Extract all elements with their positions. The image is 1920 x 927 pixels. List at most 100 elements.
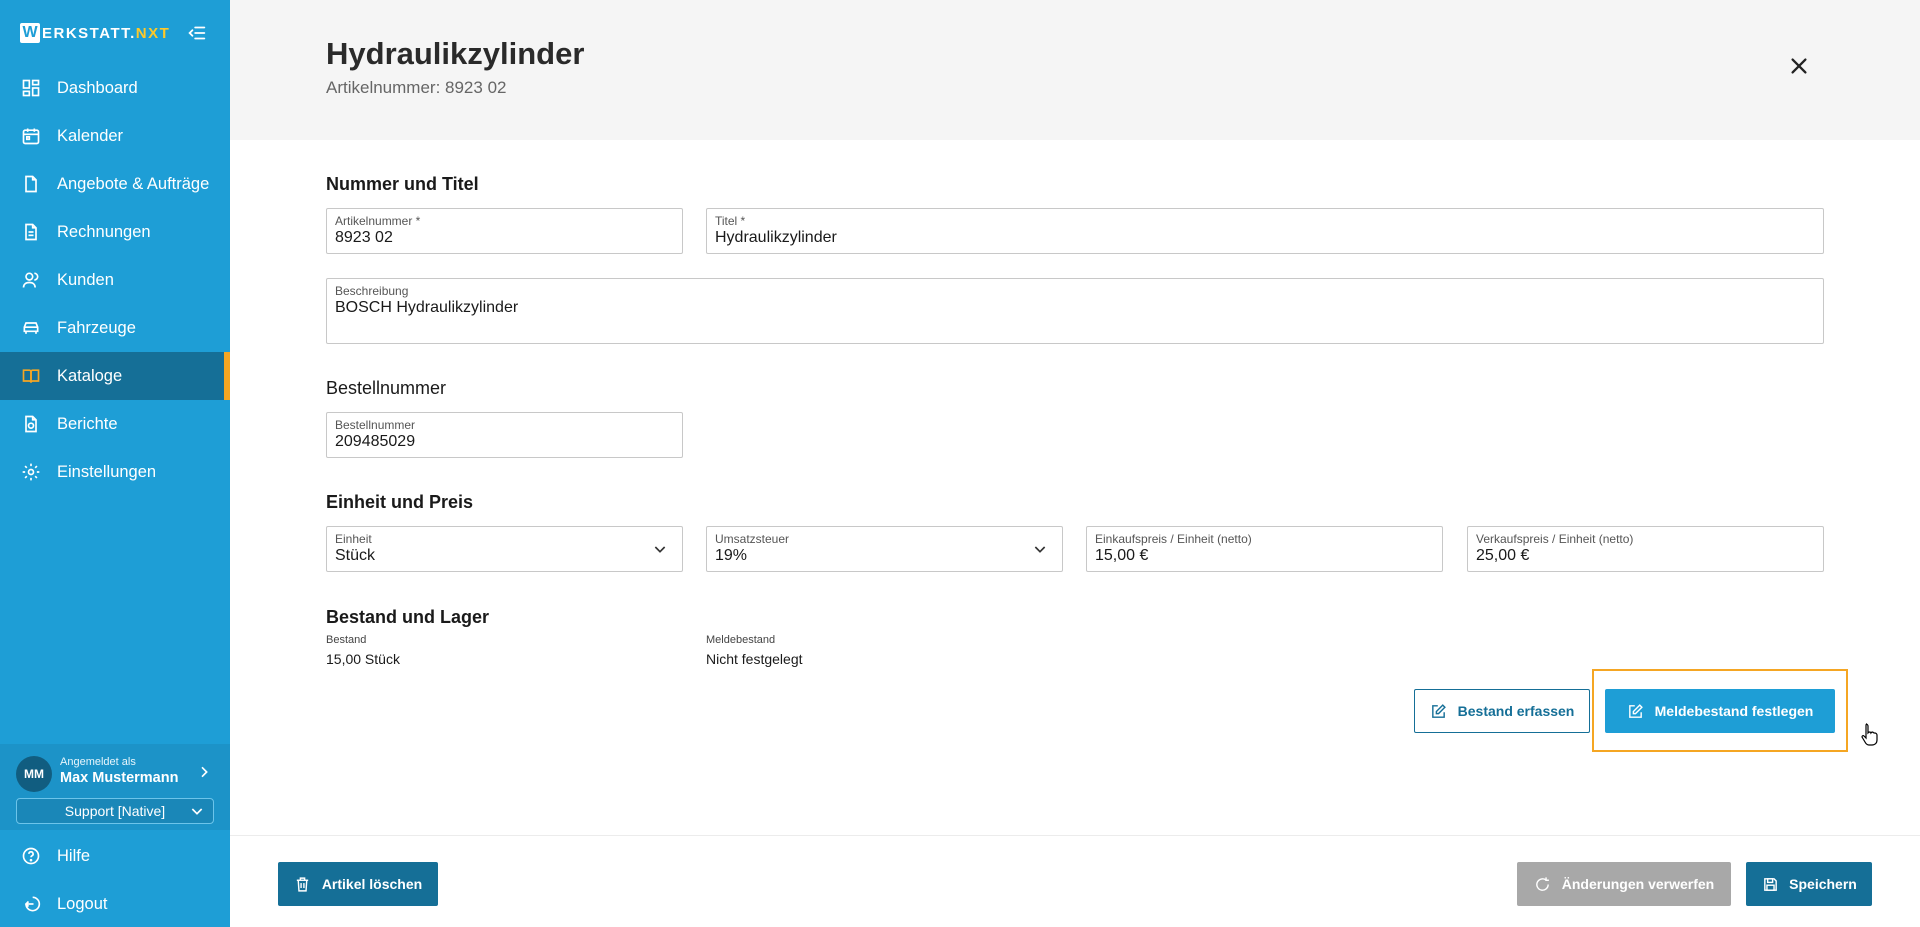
field-label: Artikelnummer * xyxy=(335,214,421,228)
speichern-button[interactable]: Speichern xyxy=(1746,862,1872,906)
field-value: 25,00 € xyxy=(1476,547,1530,564)
page-footer: Artikel löschen Änderungen verwerfen Spe… xyxy=(230,835,1920,927)
field-label: Umsatzsteuer xyxy=(715,532,790,546)
field-label: Beschreibung xyxy=(335,284,409,298)
section-title-bestand-lager: Bestand und Lager xyxy=(326,607,490,627)
save-icon xyxy=(1761,875,1779,893)
section-title-nummer-titel: Nummer und Titel xyxy=(326,174,479,194)
sidebar-item-angebote[interactable]: Angebote & Aufträge xyxy=(0,160,230,208)
einkaufspreis-field[interactable]: Einkaufspreis / Einheit (netto) 15,00 € xyxy=(1086,526,1443,572)
calendar-icon xyxy=(20,125,42,147)
user-name: Max Mustermann xyxy=(60,770,179,786)
document-icon xyxy=(20,173,42,195)
sidebar-item-label: Fahrzeuge xyxy=(57,318,136,337)
sidebar-item-kalender[interactable]: Kalender xyxy=(0,112,230,160)
aenderungen-verwerfen-button[interactable]: Änderungen verwerfen xyxy=(1517,862,1731,906)
sidebar: W ERKSTATT.NXT Dashboard Kalender Angebo… xyxy=(0,0,230,927)
support-select-value: Support [Native] xyxy=(64,803,166,819)
chevron-down-icon xyxy=(189,803,205,819)
button-label: Meldebestand festlegen xyxy=(1654,703,1814,719)
user-panel[interactable]: MM Angemeldet als Max Mustermann Support… xyxy=(0,744,230,830)
collapse-sidebar-icon[interactable] xyxy=(186,22,208,44)
field-value: Stück xyxy=(335,547,376,564)
section-title-einheit-preis: Einheit und Preis xyxy=(326,492,474,512)
hand-cursor-icon xyxy=(1861,723,1878,746)
chevron-down-icon xyxy=(1032,541,1048,557)
close-icon[interactable] xyxy=(1788,55,1810,77)
sidebar-item-kataloge[interactable]: Kataloge xyxy=(0,352,230,400)
artikel-loeschen-button[interactable]: Artikel löschen xyxy=(278,862,438,906)
sidebar-item-label: Hilfe xyxy=(57,846,91,865)
sidebar-item-label: Angebote & Aufträge xyxy=(57,174,210,193)
support-select[interactable]: Support [Native] xyxy=(16,798,214,824)
sidebar-item-label: Rechnungen xyxy=(57,222,151,241)
field-label: Verkaufspreis / Einheit (netto) xyxy=(1476,532,1634,546)
logged-in-caption: Angemeldet als xyxy=(60,756,136,768)
beschreibung-field[interactable]: Beschreibung BOSCH Hydraulikzylinder xyxy=(326,278,1824,344)
trash-icon xyxy=(294,875,312,893)
sidebar-item-kunden[interactable]: Kunden xyxy=(0,256,230,304)
button-label: Änderungen verwerfen xyxy=(1561,876,1715,892)
einheit-select[interactable]: Einheit Stück xyxy=(326,526,683,572)
sidebar-item-label: Kunden xyxy=(57,270,114,289)
avatar: MM xyxy=(16,756,52,792)
button-label: Speichern xyxy=(1789,876,1857,892)
bestand-label: Bestand xyxy=(326,634,367,646)
sidebar-item-logout[interactable]: Logout xyxy=(0,880,230,927)
bestellnummer-field[interactable]: Bestellnummer 209485029 xyxy=(326,412,683,458)
field-value: BOSCH Hydraulikzylinder xyxy=(335,299,519,316)
sidebar-item-label: Berichte xyxy=(57,414,118,433)
button-label: Bestand erfassen xyxy=(1457,703,1575,719)
field-label: Titel * xyxy=(715,214,746,228)
logo-mark: W xyxy=(20,23,40,43)
sidebar-item-hilfe[interactable]: Hilfe xyxy=(0,832,230,880)
field-label: Einheit xyxy=(335,532,372,546)
meldebestand-value: Nicht festgelegt xyxy=(706,651,803,667)
sidebar-item-fahrzeuge[interactable]: Fahrzeuge xyxy=(0,304,230,352)
gear-icon xyxy=(20,461,42,483)
bestand-value: 15,00 Stück xyxy=(326,651,400,667)
main-content: Hydraulikzylinder Artikelnummer: 8923 02… xyxy=(230,0,1920,927)
sidebar-item-label: Logout xyxy=(57,894,108,913)
edit-icon xyxy=(1627,702,1645,720)
verkaufspreis-field[interactable]: Verkaufspreis / Einheit (netto) 25,00 € xyxy=(1467,526,1824,572)
field-label: Bestellnummer xyxy=(335,418,416,432)
sidebar-nav: Dashboard Kalender Angebote & Aufträge R… xyxy=(0,64,230,496)
sidebar-bottom-nav: Hilfe Logout xyxy=(0,832,230,927)
sidebar-item-rechnungen[interactable]: Rechnungen xyxy=(0,208,230,256)
field-value: 209485029 xyxy=(335,433,416,450)
report-icon xyxy=(20,413,42,435)
sidebar-item-einstellungen[interactable]: Einstellungen xyxy=(0,448,230,496)
logout-icon xyxy=(20,893,42,915)
page-subtitle: Artikelnummer: 8923 02 xyxy=(326,78,507,97)
bestand-erfassen-button[interactable]: Bestand erfassen xyxy=(1414,689,1590,733)
book-icon xyxy=(20,365,42,387)
field-value: 8923 02 xyxy=(335,229,393,246)
page-header: Hydraulikzylinder Artikelnummer: 8923 02 xyxy=(230,0,1920,140)
sidebar-item-label: Einstellungen xyxy=(57,462,157,481)
titel-field[interactable]: Titel * Hydraulikzylinder xyxy=(706,208,1824,254)
car-icon xyxy=(20,317,42,339)
field-value: Hydraulikzylinder xyxy=(715,229,837,246)
field-value: 19% xyxy=(715,547,748,564)
umsatzsteuer-select[interactable]: Umsatzsteuer 19% xyxy=(706,526,1063,572)
sidebar-item-label: Dashboard xyxy=(57,78,138,97)
meldebestand-label: Meldebestand xyxy=(706,634,776,646)
users-icon xyxy=(20,269,42,291)
refresh-icon xyxy=(1534,875,1552,893)
chevron-right-icon[interactable] xyxy=(196,764,212,780)
page-title: Hydraulikzylinder xyxy=(326,36,585,71)
sidebar-item-dashboard[interactable]: Dashboard xyxy=(0,64,230,112)
logo-text: ERKSTATT.NXT xyxy=(42,24,171,42)
app-logo[interactable]: W ERKSTATT.NXT xyxy=(20,22,170,44)
edit-icon xyxy=(1430,702,1448,720)
meldebestand-festlegen-button[interactable]: Meldebestand festlegen xyxy=(1605,689,1835,733)
help-icon xyxy=(20,845,42,867)
button-label: Artikel löschen xyxy=(321,876,423,892)
artikelnummer-field[interactable]: Artikelnummer * 8923 02 xyxy=(326,208,683,254)
chevron-down-icon xyxy=(652,541,668,557)
field-label: Einkaufspreis / Einheit (netto) xyxy=(1095,532,1252,546)
field-value: 15,00 € xyxy=(1095,547,1149,564)
sidebar-item-berichte[interactable]: Berichte xyxy=(0,400,230,448)
sidebar-item-label: Kalender xyxy=(57,126,124,145)
